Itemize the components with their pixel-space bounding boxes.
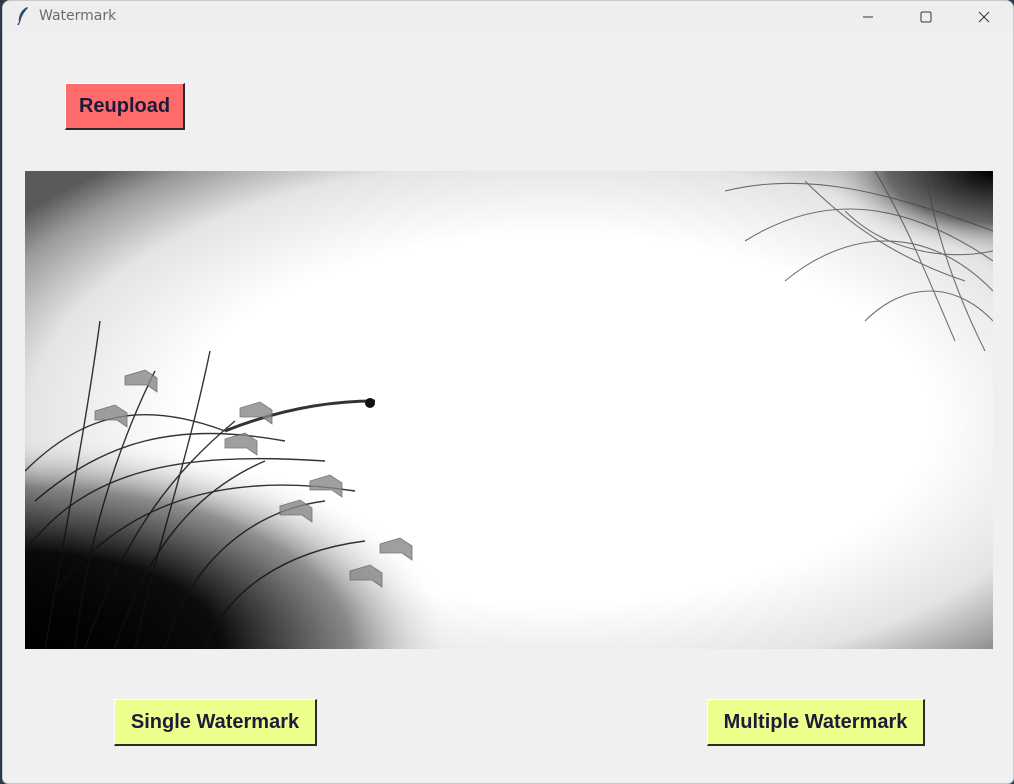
uploaded-image — [25, 171, 993, 649]
window-title: Watermark — [39, 8, 117, 24]
feather-icon — [17, 7, 28, 26]
reupload-button[interactable]: Reupload — [65, 83, 185, 130]
title-bar[interactable]: Watermark — [3, 1, 1013, 32]
maximize-button[interactable] — [903, 1, 949, 32]
minimize-button[interactable] — [845, 1, 891, 32]
maximize-icon — [920, 11, 932, 22]
multiple-watermark-button[interactable]: Multiple Watermark — [707, 699, 925, 746]
minimize-icon — [863, 16, 873, 17]
image-preview — [25, 171, 993, 649]
close-button[interactable] — [961, 1, 1007, 32]
close-icon — [978, 11, 990, 22]
single-watermark-button[interactable]: Single Watermark — [114, 699, 317, 746]
app-window: Watermark Reupload Single Watermark Mult… — [2, 0, 1014, 784]
